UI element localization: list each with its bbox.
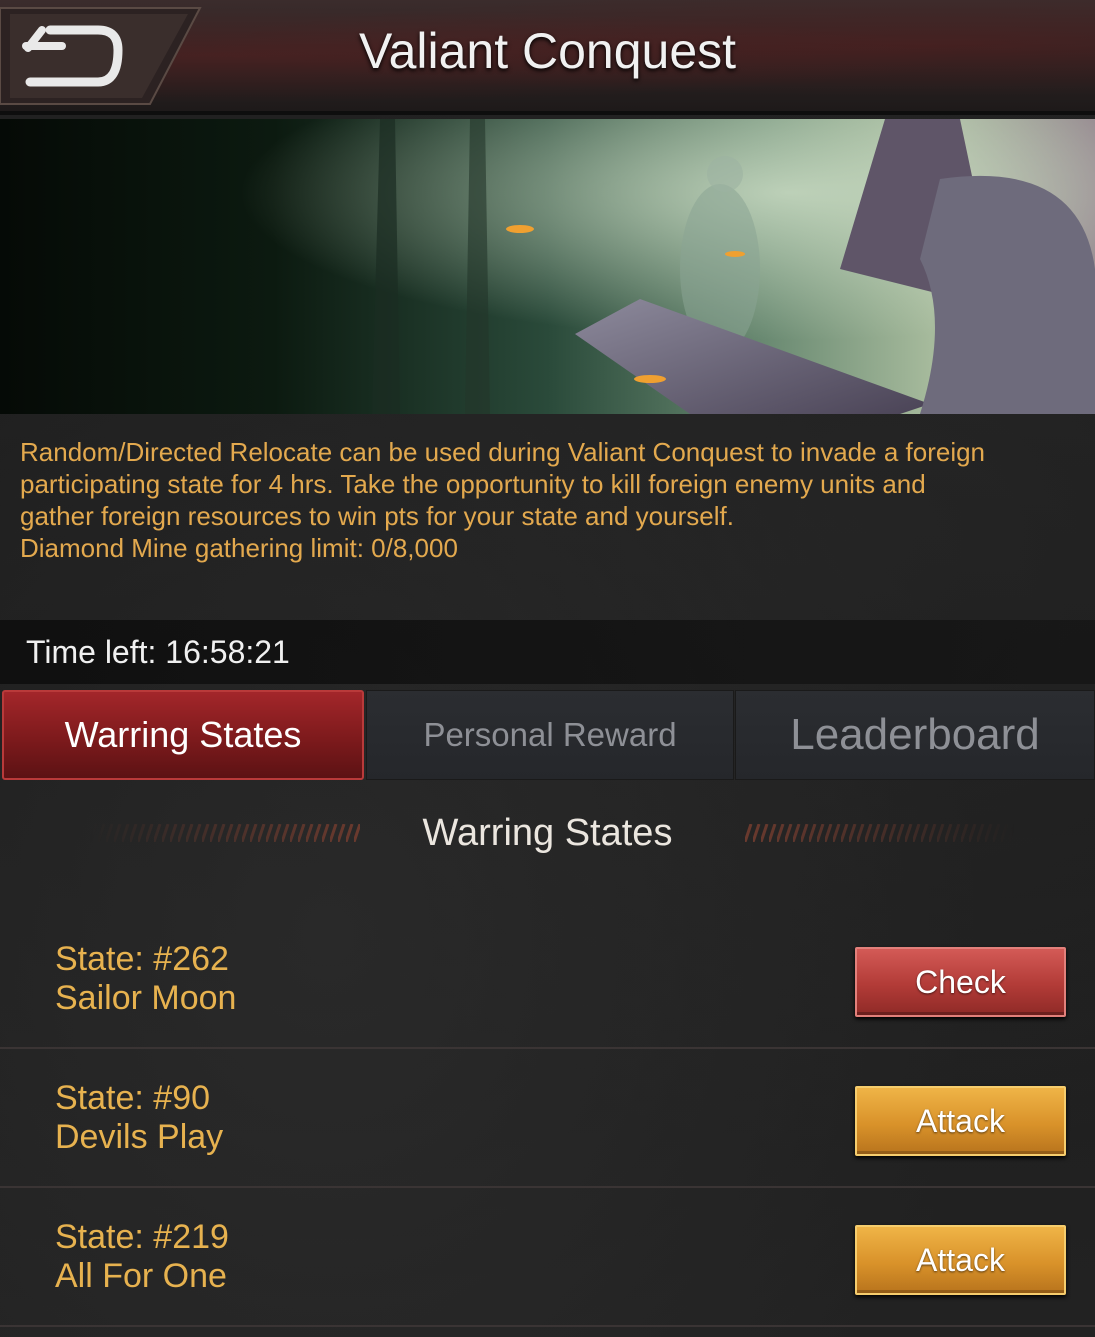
state-number: State: #262 [55, 940, 229, 978]
section-header: Warring States [0, 800, 1095, 864]
event-banner-image [0, 119, 1095, 414]
state-info: State: #262 Sailor Moon [55, 940, 236, 1018]
state-row: State: #90 Devils Play Attack [0, 1049, 1095, 1188]
app-root: Valiant Conquest Random/Directed Relocat… [0, 0, 1095, 1337]
timer-bar: Time left: 16:58:21 [0, 620, 1095, 684]
state-info: State: #219 All For One [55, 1218, 229, 1296]
banner-artwork [0, 119, 1095, 414]
state-row: State: #219 All For One Attack [0, 1188, 1095, 1327]
state-name: Devils Play [55, 1118, 224, 1156]
attack-button[interactable]: Attack [855, 1225, 1066, 1295]
tab-personal-reward[interactable]: Personal Reward [366, 690, 734, 780]
description-line: gather foreign resources to win pts for … [20, 501, 734, 531]
state-name: Sailor Moon [55, 979, 237, 1017]
state-info: State: #90 Devils Play [55, 1079, 223, 1157]
time-left: Time left: 16:58:21 [26, 634, 290, 670]
state-name: All For One [55, 1257, 227, 1295]
state-row: State: #262 Sailor Moon Check [0, 910, 1095, 1049]
tab-warring-states[interactable]: Warring States [2, 690, 364, 780]
tab-bar: Warring States Personal Reward Leaderboa… [0, 690, 1095, 780]
event-description: Random/Directed Relocate can be used dur… [20, 436, 1090, 564]
top-bar: Valiant Conquest [0, 0, 1095, 115]
diamond-mine-limit: Diamond Mine gathering limit: 0/8,000 [20, 533, 458, 563]
tab-leaderboard[interactable]: Leaderboard [735, 690, 1095, 780]
check-button[interactable]: Check [855, 947, 1066, 1017]
description-line: participating state for 4 hrs. Take the … [20, 469, 926, 499]
description-line: Random/Directed Relocate can be used dur… [20, 437, 986, 467]
state-number: State: #219 [55, 1218, 229, 1256]
state-number: State: #90 [55, 1079, 211, 1117]
attack-button[interactable]: Attack [855, 1086, 1066, 1156]
page-title: Valiant Conquest [358, 23, 737, 79]
right-hatch-decoration [745, 824, 1015, 842]
